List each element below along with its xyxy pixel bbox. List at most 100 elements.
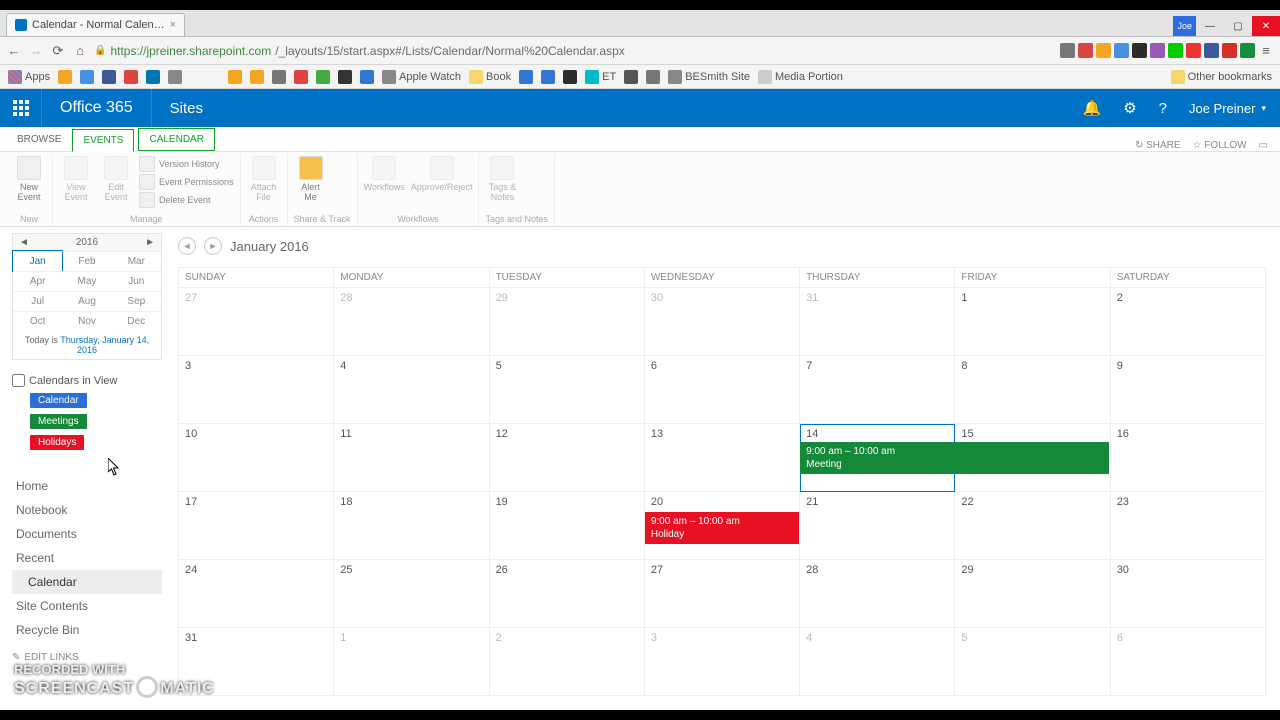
mini-month-oct[interactable]: Oct	[13, 311, 62, 331]
edit-event-button[interactable]: Edit Event	[99, 156, 133, 208]
mini-month-jan[interactable]: Jan	[13, 251, 62, 271]
page-focus[interactable]: ▭	[1259, 140, 1268, 151]
new-event-button[interactable]: New Event	[12, 156, 46, 202]
ext-icon[interactable]	[1078, 43, 1093, 58]
ext-icon[interactable]	[1240, 43, 1255, 58]
ribbon-tab-calendar[interactable]: CALENDAR	[138, 128, 214, 151]
calendar-cell[interactable]: 21	[800, 492, 955, 560]
browser-menu-icon[interactable]: ≡	[1258, 43, 1274, 59]
bookmark-icon[interactable]	[58, 70, 72, 84]
calendar-cell[interactable]: 22	[955, 492, 1110, 560]
calendar-cell[interactable]: 5	[955, 628, 1110, 696]
bookmark-applewatch[interactable]: Apple Watch	[382, 70, 461, 84]
cal-next-month-icon[interactable]: ►	[204, 237, 222, 255]
nav-reload-icon[interactable]: ⟳	[50, 43, 66, 59]
window-user-badge[interactable]: Joe	[1173, 16, 1196, 36]
suite-brand[interactable]: Office 365	[42, 89, 152, 127]
bookmark-other[interactable]: Other bookmarks	[1171, 70, 1272, 84]
calendar-cell[interactable]: 29	[955, 560, 1110, 628]
calendar-cell[interactable]: 9	[1110, 356, 1265, 424]
close-icon[interactable]: ×	[170, 19, 176, 31]
calendar-cell[interactable]: 28	[334, 288, 489, 356]
ext-icon[interactable]	[1150, 43, 1165, 58]
delete-event-button[interactable]: Delete Event	[139, 192, 234, 208]
calendar-cell[interactable]: 1	[955, 288, 1110, 356]
ext-icon[interactable]	[1168, 43, 1183, 58]
calendar-cell[interactable]: 7	[800, 356, 955, 424]
calendar-cell[interactable]: 27	[644, 560, 799, 628]
bookmark-media[interactable]: Media Portion	[758, 70, 843, 84]
calendar-tag[interactable]: Meetings	[30, 414, 87, 429]
calendar-cell[interactable]: 6	[1110, 628, 1265, 696]
bookmark-icon[interactable]	[124, 70, 138, 84]
calendar-cell[interactable]: 26	[489, 560, 644, 628]
user-menu[interactable]: Joe Preiner▾	[1189, 101, 1266, 116]
calendar-cell[interactable]: 3	[644, 628, 799, 696]
calendar-cell[interactable]: 2	[489, 628, 644, 696]
browser-tab[interactable]: Calendar - Normal Calen… ×	[6, 13, 185, 36]
calendar-cell[interactable]: 2	[1110, 288, 1265, 356]
calendar-cell[interactable]: 30	[644, 288, 799, 356]
mini-month-jun[interactable]: Jun	[112, 271, 161, 291]
bookmark-apps[interactable]: Apps	[8, 70, 50, 84]
help-icon[interactable]: ?	[1159, 100, 1167, 117]
calendar-cell[interactable]: 29	[489, 288, 644, 356]
ext-icon[interactable]	[1114, 43, 1129, 58]
calendar-cell[interactable]: 15	[955, 424, 1110, 492]
calendar-cell[interactable]: 28	[800, 560, 955, 628]
suite-area[interactable]: Sites	[152, 100, 221, 117]
bookmark-icon[interactable]	[146, 70, 160, 84]
bookmark-icon[interactable]	[102, 70, 116, 84]
bookmark-icon[interactable]	[519, 70, 533, 84]
nav-item-documents[interactable]: Documents	[12, 522, 162, 546]
bookmark-et[interactable]: ET	[585, 70, 616, 84]
nav-home-icon[interactable]: ⌂	[72, 43, 88, 59]
calendar-cell[interactable]: 209:00 am – 10:00 amHoliday	[644, 492, 799, 560]
app-launcher-icon[interactable]	[0, 89, 42, 127]
calendar-cell[interactable]: 3	[179, 356, 334, 424]
mini-month-feb[interactable]: Feb	[62, 251, 111, 271]
ext-icon[interactable]	[1222, 43, 1237, 58]
calendars-in-view-toggle[interactable]	[12, 374, 25, 387]
version-history-button[interactable]: Version History	[139, 156, 234, 172]
calendar-cell[interactable]: 10	[179, 424, 334, 492]
calendar-tag[interactable]: Calendar	[30, 393, 87, 408]
calendar-cell[interactable]: 30	[1110, 560, 1265, 628]
approve-reject-button[interactable]: Approve/Reject	[411, 156, 473, 192]
calendar-tag[interactable]: Holidays	[30, 435, 84, 450]
mini-month-aug[interactable]: Aug	[62, 291, 111, 311]
mini-year[interactable]: 2016	[76, 237, 98, 248]
bookmark-icon[interactable]	[228, 70, 242, 84]
bookmark-book[interactable]: Book	[469, 70, 511, 84]
nav-item-recent[interactable]: Recent	[12, 546, 162, 570]
window-close[interactable]: ✕	[1252, 16, 1280, 36]
window-minimize[interactable]: —	[1196, 16, 1224, 36]
cal-prev-month-icon[interactable]: ◄	[178, 237, 196, 255]
calendar-cell[interactable]: 13	[644, 424, 799, 492]
ribbon-tab-browse[interactable]: BROWSE	[6, 128, 72, 151]
calendar-cell[interactable]: 6	[644, 356, 799, 424]
nav-item-notebook[interactable]: Notebook	[12, 498, 162, 522]
page-share[interactable]: ↻ SHARE	[1135, 140, 1181, 151]
ext-icon[interactable]	[1096, 43, 1111, 58]
calendar-cell[interactable]: 18	[334, 492, 489, 560]
nav-forward-icon[interactable]: →	[28, 43, 44, 59]
bookmark-icon[interactable]	[541, 70, 555, 84]
mini-month-apr[interactable]: Apr	[13, 271, 62, 291]
workflows-button[interactable]: Workflows	[364, 156, 405, 192]
ext-icon[interactable]	[1132, 43, 1147, 58]
ribbon-tab-events[interactable]: EVENTS	[72, 129, 134, 152]
tags-notes-button[interactable]: Tags & Notes	[485, 156, 519, 202]
mini-month-nov[interactable]: Nov	[62, 311, 111, 331]
nav-item-home[interactable]: Home	[12, 474, 162, 498]
attach-file-button[interactable]: Attach File	[247, 156, 281, 202]
alert-me-button[interactable]: Alert Me	[294, 156, 328, 202]
calendar-cell[interactable]: 149:00 am – 10:00 amMeeting	[800, 424, 955, 492]
page-follow[interactable]: ☆ FOLLOW	[1193, 140, 1247, 151]
calendar-cell[interactable]: 23	[1110, 492, 1265, 560]
bookmark-icon[interactable]	[250, 70, 264, 84]
nav-item-calendar[interactable]: Calendar	[12, 570, 162, 594]
ext-icon[interactable]	[1060, 43, 1075, 58]
mini-next-icon[interactable]: ►	[145, 237, 155, 248]
bookmark-icon[interactable]	[646, 70, 660, 84]
